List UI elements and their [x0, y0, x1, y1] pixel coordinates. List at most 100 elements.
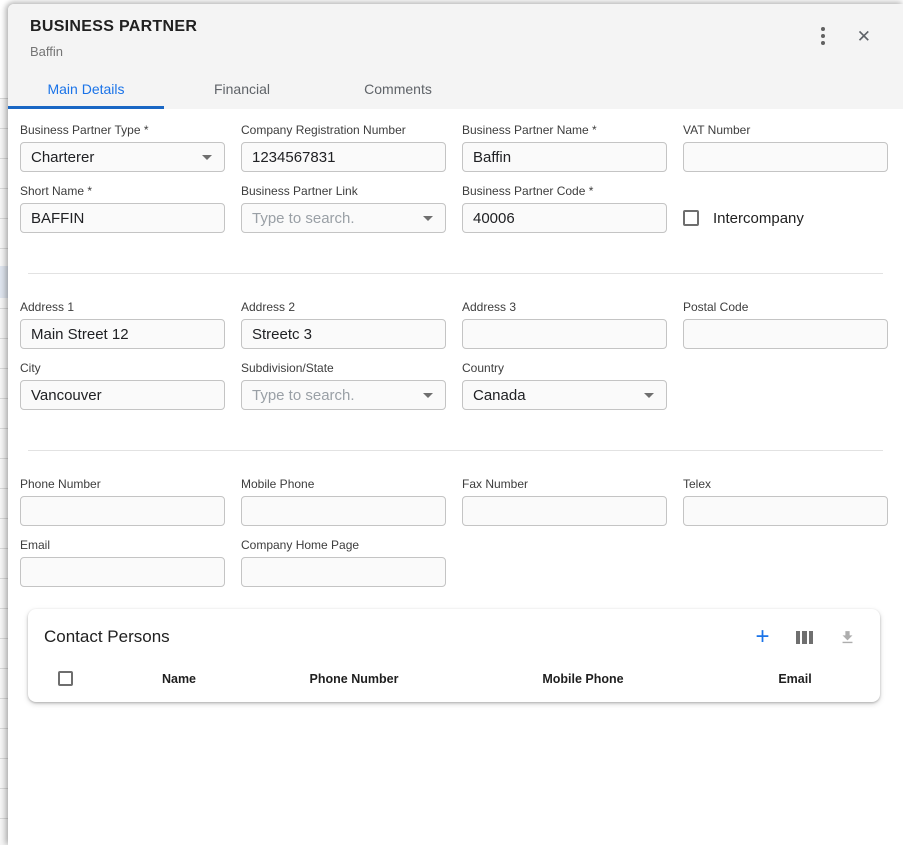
background-app-strip [0, 0, 8, 845]
main-details-content: Business Partner Type * Charterer Compan… [8, 109, 903, 845]
vat-number-input[interactable] [683, 142, 888, 172]
contact-persons-header: Contact Persons + [28, 609, 880, 647]
address-1-label: Address 1 [20, 300, 225, 314]
section-divider [28, 273, 883, 274]
phone-number-input[interactable] [20, 496, 225, 526]
tab-main-details[interactable]: Main Details [8, 72, 164, 109]
header-top: BUSINESS PARTNER Baffin ✕ [8, 18, 903, 59]
business-partner-link-select[interactable]: Type to search. [241, 203, 446, 233]
company-home-page-label: Company Home Page [241, 538, 446, 552]
chevron-down-icon [202, 155, 212, 160]
address-3-input[interactable] [462, 319, 667, 349]
field-intercompany: Intercompany [683, 184, 888, 233]
short-name-input[interactable] [20, 203, 225, 233]
postal-code-label: Postal Code [683, 300, 888, 314]
field-business-partner-name: Business Partner Name * [462, 123, 667, 172]
section-divider [28, 450, 883, 451]
header-icons: ✕ [815, 18, 875, 49]
field-country: Country Canada [462, 361, 667, 410]
vat-number-label: VAT Number [683, 123, 888, 137]
field-city: City [20, 361, 225, 410]
field-address-3: Address 3 [462, 300, 667, 349]
contact-persons-card: Contact Persons + Name Phone Number Mobi… [28, 609, 880, 702]
field-short-name: Short Name * [20, 184, 225, 233]
column-header-email: Email [730, 672, 860, 686]
empty-cell [683, 361, 888, 410]
subdivision-state-placeholder: Type to search. [252, 387, 355, 404]
chevron-down-icon [423, 393, 433, 398]
business-partner-type-select[interactable]: Charterer [20, 142, 225, 172]
kebab-menu-icon[interactable] [815, 23, 831, 49]
business-partner-link-label: Business Partner Link [241, 184, 446, 198]
field-address-1: Address 1 [20, 300, 225, 349]
field-fax-number: Fax Number [462, 477, 667, 526]
company-registration-number-input[interactable] [241, 142, 446, 172]
business-partner-link-placeholder: Type to search. [252, 210, 355, 227]
identity-section: Business Partner Type * Charterer Compan… [20, 123, 888, 233]
tab-bar: Main Details Financial Comments [8, 72, 903, 109]
background-strip-top [0, 0, 8, 98]
field-telex: Telex [683, 477, 888, 526]
address-2-input[interactable] [241, 319, 446, 349]
company-home-page-input[interactable] [241, 557, 446, 587]
tab-comments[interactable]: Comments [320, 72, 476, 109]
business-partner-type-label: Business Partner Type * [20, 123, 225, 137]
field-postal-code: Postal Code [683, 300, 888, 349]
mobile-phone-input[interactable] [241, 496, 446, 526]
business-partner-name-label: Business Partner Name * [462, 123, 667, 137]
tab-financial[interactable]: Financial [164, 72, 320, 109]
header-titles: BUSINESS PARTNER Baffin [30, 18, 815, 59]
field-email: Email [20, 538, 225, 587]
mobile-phone-label: Mobile Phone [241, 477, 446, 491]
field-business-partner-code: Business Partner Code * [462, 184, 667, 233]
intercompany-label: Intercompany [713, 210, 804, 227]
field-business-partner-type: Business Partner Type * Charterer [20, 123, 225, 172]
empty-cell [462, 538, 667, 587]
field-mobile-phone: Mobile Phone [241, 477, 446, 526]
email-input[interactable] [20, 557, 225, 587]
field-vat-number: VAT Number [683, 123, 888, 172]
column-header-mobile-phone: Mobile Phone [436, 672, 730, 686]
fax-number-input[interactable] [462, 496, 667, 526]
empty-cell [683, 538, 888, 587]
city-label: City [20, 361, 225, 375]
address-3-label: Address 3 [462, 300, 667, 314]
address-section: Address 1 Address 2 Address 3 Postal Cod… [20, 300, 888, 410]
city-input[interactable] [20, 380, 225, 410]
select-all-checkbox[interactable] [58, 671, 73, 686]
subdivision-state-select[interactable]: Type to search. [241, 380, 446, 410]
column-header-name: Name [86, 672, 272, 686]
telex-input[interactable] [683, 496, 888, 526]
contact-persons-table-header: Name Phone Number Mobile Phone Email [28, 647, 880, 702]
postal-code-input[interactable] [683, 319, 888, 349]
field-business-partner-link: Business Partner Link Type to search. [241, 184, 446, 233]
subdivision-state-label: Subdivision/State [241, 361, 446, 375]
page-subtitle: Baffin [30, 44, 815, 59]
contact-persons-title: Contact Persons [44, 627, 170, 647]
address-1-input[interactable] [20, 319, 225, 349]
field-subdivision-state: Subdivision/State Type to search. [241, 361, 446, 410]
country-value: Canada [473, 387, 526, 404]
business-partner-code-input[interactable] [462, 203, 667, 233]
intercompany-checkbox[interactable] [683, 210, 699, 226]
intercompany-checkbox-row[interactable]: Intercompany [683, 203, 888, 233]
business-partner-panel: BUSINESS PARTNER Baffin ✕ Main Details F… [8, 4, 903, 845]
business-partner-name-input[interactable] [462, 142, 667, 172]
company-registration-number-label: Company Registration Number [241, 123, 446, 137]
panel-header: BUSINESS PARTNER Baffin ✕ Main Details F… [8, 4, 903, 109]
field-phone-number: Phone Number [20, 477, 225, 526]
business-partner-code-label: Business Partner Code * [462, 184, 667, 198]
background-selected-row [0, 266, 8, 298]
view-columns-icon[interactable] [796, 631, 814, 644]
country-select[interactable]: Canada [462, 380, 667, 410]
chevron-down-icon [644, 393, 654, 398]
select-all-cell [44, 671, 86, 686]
download-icon[interactable] [839, 629, 856, 646]
add-contact-icon[interactable]: + [755, 627, 769, 647]
contact-persons-toolbar: + [755, 627, 856, 647]
short-name-label: Short Name * [20, 184, 225, 198]
field-company-registration-number: Company Registration Number [241, 123, 446, 172]
page-title: BUSINESS PARTNER [30, 18, 815, 36]
phone-number-label: Phone Number [20, 477, 225, 491]
close-icon[interactable]: ✕ [853, 24, 875, 49]
